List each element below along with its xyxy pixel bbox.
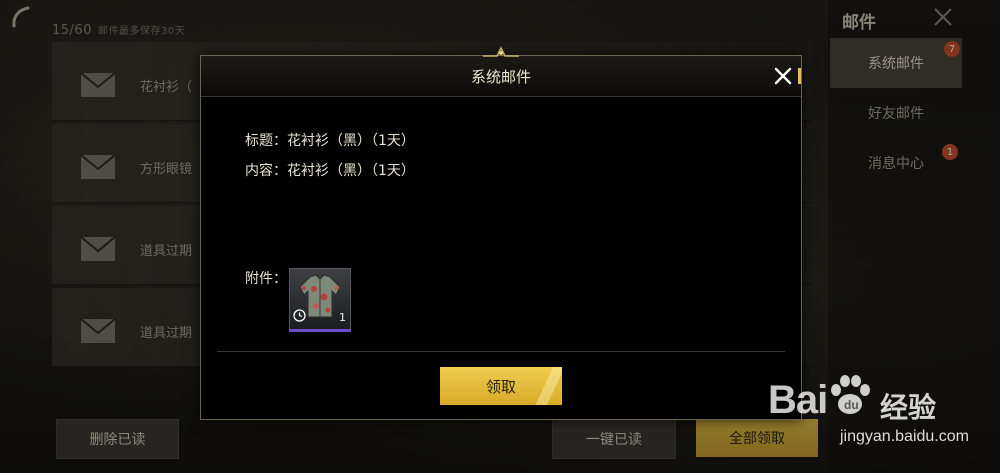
baidu-jingyan-watermark: Bai du 经验 jingyan.baidu.com: [768, 372, 993, 467]
clock-icon: [293, 309, 306, 322]
attachment-item[interactable]: 1: [289, 268, 351, 332]
watermark-brand: Bai: [768, 378, 828, 422]
dialog-divider: [217, 351, 785, 352]
paw-icon: du: [831, 375, 870, 414]
attachment-label: 附件：: [245, 271, 287, 287]
mail-subject: 标题：花衬衫（黑）（1天）: [245, 133, 415, 149]
watermark-brand-cn: 经验: [880, 391, 937, 424]
system-mail-dialog: 系统邮件 标题：花衬衫（黑）（1天） 内容：花衬衫（黑）（1天） 附件： 1 领…: [200, 46, 802, 420]
item-quantity: 1: [339, 311, 346, 324]
watermark-url: jingyan.baidu.com: [840, 428, 969, 445]
ornament-icon: [483, 46, 519, 57]
claim-button[interactable]: 领取: [440, 367, 562, 405]
button-shine: [530, 367, 562, 405]
dialog-header: 系统邮件: [201, 46, 801, 97]
svg-text:du: du: [844, 398, 859, 412]
header-accent: [798, 68, 801, 84]
close-icon[interactable]: [773, 66, 793, 86]
dialog-title: 系统邮件: [470, 68, 531, 86]
claim-label: 领取: [485, 377, 516, 396]
mail-content: 内容：花衬衫（黑）（1天）: [245, 163, 415, 179]
